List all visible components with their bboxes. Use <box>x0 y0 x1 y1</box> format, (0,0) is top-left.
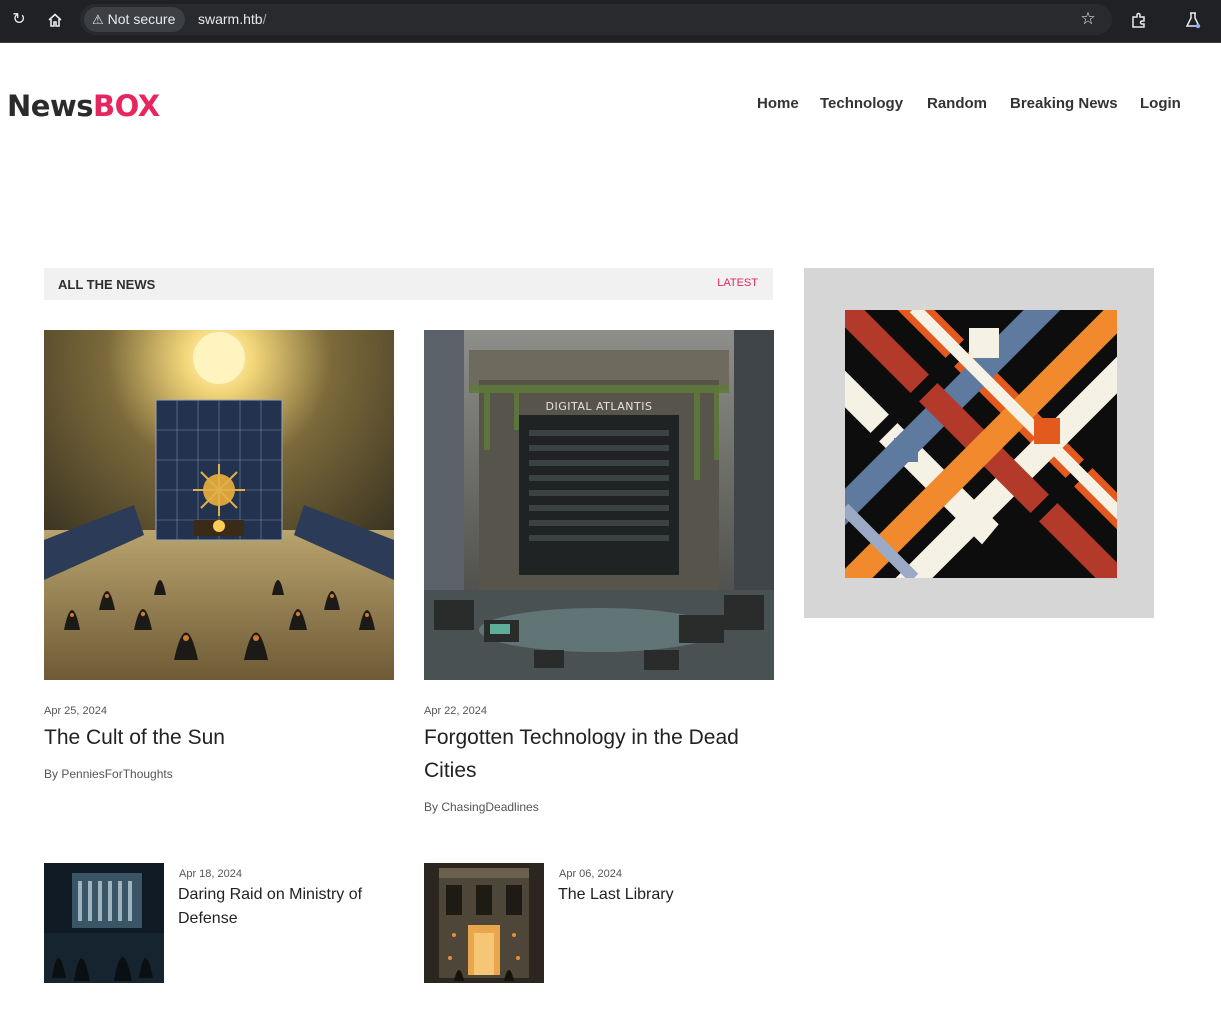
article-thumb-daring-raid[interactable] <box>44 863 164 983</box>
extensions-icon[interactable] <box>1127 8 1151 32</box>
nav-technology[interactable]: Technology <box>820 95 903 112</box>
nav-random[interactable]: Random <box>927 95 987 112</box>
article-title[interactable]: Daring Raid on Ministry of Defense <box>178 883 393 931</box>
home-icon[interactable] <box>43 8 67 32</box>
logo-part-box: BOX <box>93 89 160 123</box>
article-image-forgotten-technology[interactable]: DIGITAL ATLANTIS <box>424 330 774 680</box>
digital-atlantis-sign: DIGITAL ATLANTIS <box>546 400 653 413</box>
browser-toolbar: ↻ ⚠ Not secure swarm.htb/ ☆ <box>0 0 1221 43</box>
article-date: Apr 18, 2024 <box>179 868 242 880</box>
bookmark-star-icon[interactable]: ☆ <box>1076 7 1100 31</box>
security-label: Not secure <box>107 11 176 27</box>
article-title[interactable]: The Last Library <box>558 883 773 907</box>
nav-breaking-news[interactable]: Breaking News <box>1010 95 1118 112</box>
article-thumb-last-library[interactable] <box>424 863 544 983</box>
labs-flask-icon[interactable] <box>1181 8 1205 32</box>
logo-part-news: News <box>7 89 94 123</box>
site-logo[interactable]: NewsBOX <box>7 88 160 124</box>
article-image-cult-of-the-sun[interactable] <box>44 330 394 680</box>
section-header: ALL THE NEWS LATEST <box>44 268 773 300</box>
article-date: Apr 06, 2024 <box>559 868 622 880</box>
reload-icon[interactable]: ↻ <box>7 8 31 32</box>
article-date: Apr 22, 2024 <box>424 705 487 717</box>
warning-icon: ⚠ <box>92 12 104 27</box>
sidebar-banner-image[interactable] <box>804 268 1154 618</box>
article-author[interactable]: By ChasingDeadlines <box>424 800 539 814</box>
latest-link[interactable]: LATEST <box>717 277 758 289</box>
url-path: / <box>262 11 267 27</box>
article-title[interactable]: The Cult of the Sun <box>44 721 394 754</box>
nav-login[interactable]: Login <box>1140 95 1181 112</box>
url-text[interactable]: swarm.htb/ <box>198 4 266 35</box>
security-chip[interactable]: ⚠ Not secure <box>84 7 186 32</box>
section-title: ALL THE NEWS <box>58 277 156 292</box>
address-bar[interactable]: ⚠ Not secure swarm.htb/ ☆ <box>80 4 1112 35</box>
article-title[interactable]: Forgotten Technology in the Dead Cities <box>424 721 774 787</box>
url-host: swarm.htb <box>198 11 263 27</box>
article-date: Apr 25, 2024 <box>44 705 107 717</box>
nav-home[interactable]: Home <box>757 95 799 112</box>
article-author[interactable]: By PenniesForThoughts <box>44 767 173 781</box>
